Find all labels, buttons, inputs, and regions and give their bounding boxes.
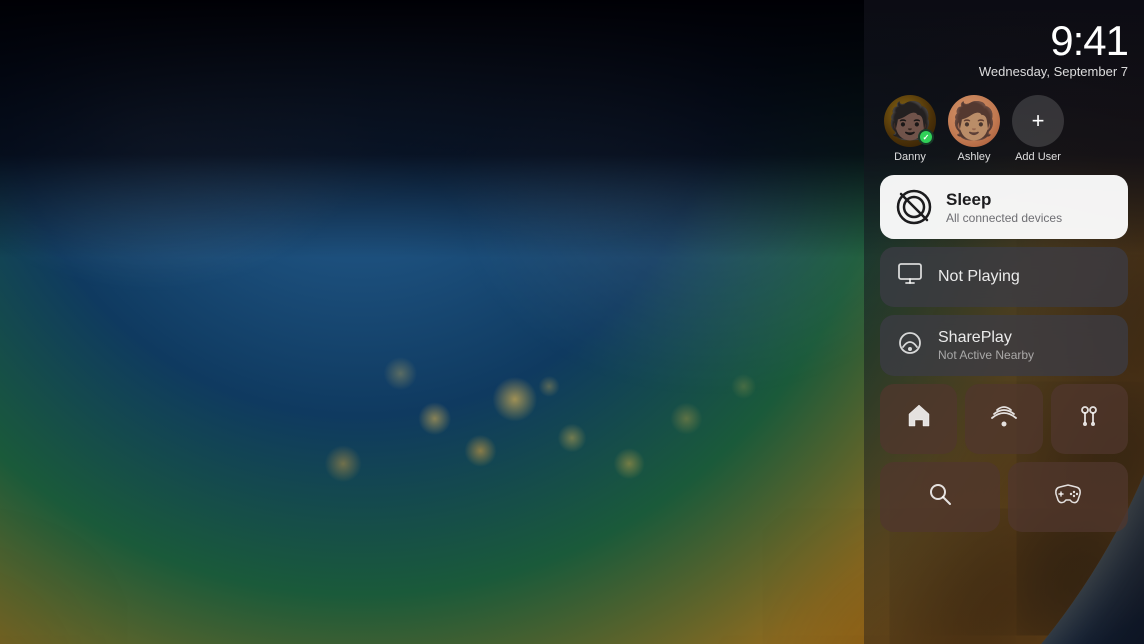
plus-icon: + <box>1032 110 1045 132</box>
search-button[interactable] <box>880 462 1000 532</box>
danny-status-dot <box>918 129 934 145</box>
sleep-title: Sleep <box>946 190 1062 210</box>
user-danny[interactable]: 🧑🏿 Danny <box>884 95 936 163</box>
avatar-ashley: 🧑🏽 <box>948 95 1000 147</box>
control-center-panel: 9:41 Wednesday, September 7 🧑🏿 Danny 🧑🏽 … <box>864 0 1144 644</box>
user-ashley[interactable]: 🧑🏽 Ashley <box>948 95 1000 163</box>
add-user-label: Add User <box>1015 151 1061 163</box>
not-playing-text: Not Playing <box>938 268 1020 286</box>
gamepad-button[interactable] <box>1008 462 1128 532</box>
sleep-icon-wrap <box>896 189 932 225</box>
sleep-icon <box>896 189 932 225</box>
danny-name: Danny <box>894 151 926 163</box>
airpods-button[interactable] <box>1051 384 1128 454</box>
airpods-icon <box>1075 402 1103 437</box>
airplay-button[interactable] <box>965 384 1042 454</box>
sleep-text: Sleep All connected devices <box>946 190 1062 225</box>
ashley-name: Ashley <box>957 151 990 163</box>
gamepad-icon <box>1052 480 1084 515</box>
home-icon <box>905 402 933 437</box>
sleep-subtitle: All connected devices <box>946 211 1062 225</box>
users-row: 🧑🏿 Danny 🧑🏽 Ashley + Add User <box>880 95 1128 163</box>
not-playing-card[interactable]: Not Playing <box>880 247 1128 307</box>
avatar-danny-wrapper: 🧑🏿 <box>884 95 936 147</box>
shareplay-icon <box>896 330 924 362</box>
home-button[interactable] <box>880 384 957 454</box>
not-playing-title: Not Playing <box>938 268 1020 286</box>
shareplay-subtitle: Not Active Nearby <box>938 348 1034 362</box>
shareplay-text: SharePlay Not Active Nearby <box>938 329 1034 362</box>
time-section: 9:41 Wednesday, September 7 <box>880 20 1128 79</box>
shareplay-title: SharePlay <box>938 329 1034 347</box>
avatar-ashley-wrapper: 🧑🏽 <box>948 95 1000 147</box>
icon-grid-top <box>880 384 1128 454</box>
clock-display: 9:41 <box>880 20 1128 62</box>
add-user-item[interactable]: + Add User <box>1012 95 1064 163</box>
airplay-icon <box>990 402 1018 437</box>
add-user-button[interactable]: + <box>1012 95 1064 147</box>
search-icon <box>926 480 954 515</box>
sleep-card[interactable]: Sleep All connected devices <box>880 175 1128 239</box>
icon-grid-bottom <box>880 462 1128 532</box>
date-display: Wednesday, September 7 <box>880 64 1128 79</box>
ashley-emoji: 🧑🏽 <box>952 103 997 139</box>
monitor-icon <box>896 261 924 293</box>
shareplay-card[interactable]: SharePlay Not Active Nearby <box>880 315 1128 376</box>
